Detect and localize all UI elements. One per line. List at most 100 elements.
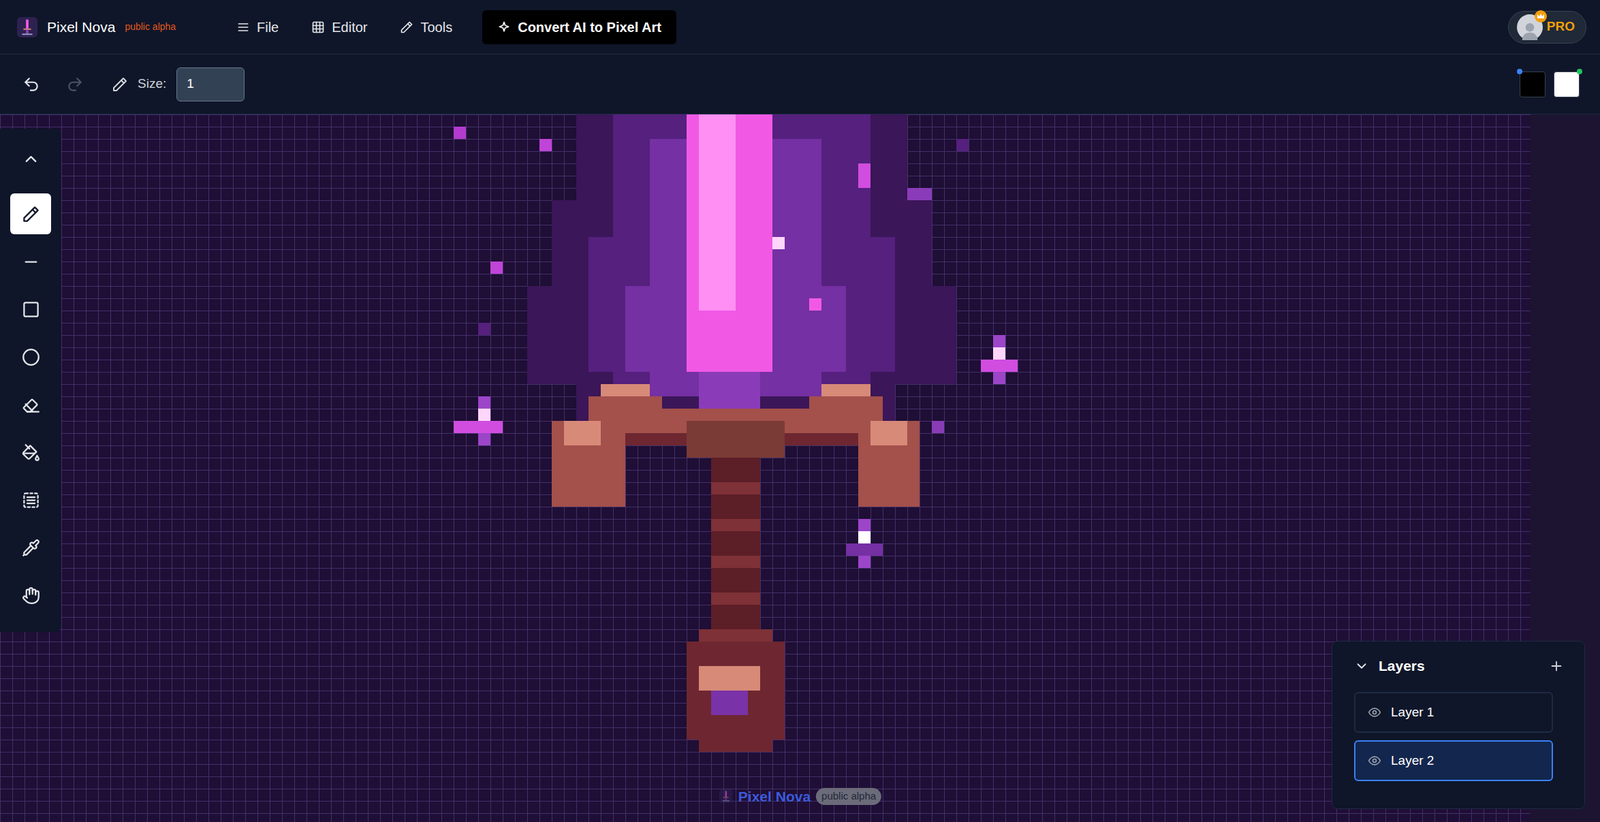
pixel-block [490,261,503,274]
tool-button[interactable] [10,384,52,426]
tool-button[interactable] [10,574,52,616]
pixel-block [809,298,822,311]
pixel-block [478,322,491,336]
logo-icon [17,17,38,38]
chevron-up-icon [21,149,41,169]
workspace: Layers Layer 1 Layer 2 Pixel Novapublic al… [0,114,1600,822]
pixel-block [453,126,466,139]
pixel-block [711,555,761,569]
tool-kind [21,538,41,558]
size-input[interactable] [176,67,245,102]
layers-panel: Layers Layer 1 Layer 2 [1331,640,1586,810]
menu-item[interactable]: Editor [311,17,368,38]
layer-row[interactable]: Layer 2 [1354,740,1554,782]
pixel-block [686,420,785,458]
tool-button[interactable] [10,336,52,378]
pixel-block [453,420,503,434]
layer-name: Layer 2 [1390,751,1434,772]
tool-button[interactable] [10,193,52,235]
tool-button[interactable] [10,527,52,569]
tool-button[interactable] [10,288,52,330]
plus-icon [1548,658,1564,674]
pixel-canvas[interactable] [0,114,1531,822]
pencil-icon [399,20,414,35]
toolbar: Size: [0,54,1600,115]
tool-kind [21,395,41,415]
layer-name: Layer 1 [1390,702,1434,723]
pixel-block [845,543,883,556]
menu-bar: File Editor Tools [236,17,453,38]
tool-panel [0,128,62,633]
tool-button[interactable] [10,431,52,473]
primary-dot [1516,68,1523,75]
pixel-block [698,739,773,752]
pencil-icon [111,76,129,93]
menu-item[interactable]: Tools [399,17,453,38]
pixel-block [698,666,761,691]
pixel-block [711,592,761,605]
user-icon [1519,19,1541,41]
visibility-toggle[interactable] [1367,754,1382,768]
watermark: Pixel Novapublic alpha [719,786,882,808]
eye-icon [1367,754,1382,768]
pixel-block [993,347,1006,360]
secondary-color[interactable] [1553,71,1580,98]
pixel-block [539,138,552,152]
eraser-icon [21,395,41,415]
square-icon [21,300,41,319]
pixel-block [931,420,945,434]
hand-icon [21,586,41,605]
account-button[interactable]: PRO [1508,10,1587,44]
menu-icon [236,20,250,35]
line-icon [21,252,41,272]
pencil-icon [21,205,41,224]
watermark-badge: public alpha [816,788,882,806]
tool-button[interactable] [10,241,52,282]
brand[interactable]: Pixel Novapublic alpha [17,16,215,39]
pixel-block [698,371,761,409]
tool-kind [21,205,41,224]
pixel-block [858,531,871,544]
pixel-block [698,114,736,311]
pixel-block [956,138,969,152]
redo-button[interactable] [62,72,88,97]
tool-kind [21,586,41,605]
chevron-down-icon [1354,658,1370,674]
pixel-block [711,482,761,495]
primary-color[interactable] [1519,71,1546,98]
add-layer-button[interactable] [1548,658,1564,674]
pixel-block [870,420,908,446]
circle-icon [21,348,41,367]
convert-label: Convert AI to Pixel Art [517,17,662,38]
redo-icon [66,75,84,94]
undo-button[interactable] [19,72,44,97]
pixel-block [907,187,932,201]
select-icon [21,491,41,510]
tool-indicator [111,76,129,93]
sparkle-icon [497,20,511,35]
avatar [1516,14,1543,41]
visibility-toggle[interactable] [1367,705,1382,720]
size-label: Size: [137,74,167,94]
eyedropper-icon [21,538,41,558]
top-bar: Pixel Novapublic alpha File Editor Tools Con… [0,0,1600,55]
pixel-block [600,384,650,397]
tool-button[interactable] [10,138,52,180]
menu-item[interactable]: File [236,17,279,38]
tool-kind [21,491,41,510]
pixel-block [772,237,785,250]
pixel-block [478,408,491,421]
tool-kind [21,443,41,462]
tool-kind [21,252,41,272]
collapse-button[interactable] [1354,658,1370,674]
plan-badge: PRO [1546,17,1575,37]
app-name: Pixel Nova [46,16,116,39]
layers-title: Layers [1378,655,1425,678]
tool-button[interactable] [10,479,52,521]
pixel-block [980,359,1018,372]
convert-button[interactable]: Convert AI to Pixel Art [482,10,677,45]
layers-header: Layers [1354,651,1564,682]
layer-list: Layer 1 Layer 2 [1354,692,1554,782]
layer-row[interactable]: Layer 1 [1354,692,1554,733]
pixel-block [563,420,601,446]
